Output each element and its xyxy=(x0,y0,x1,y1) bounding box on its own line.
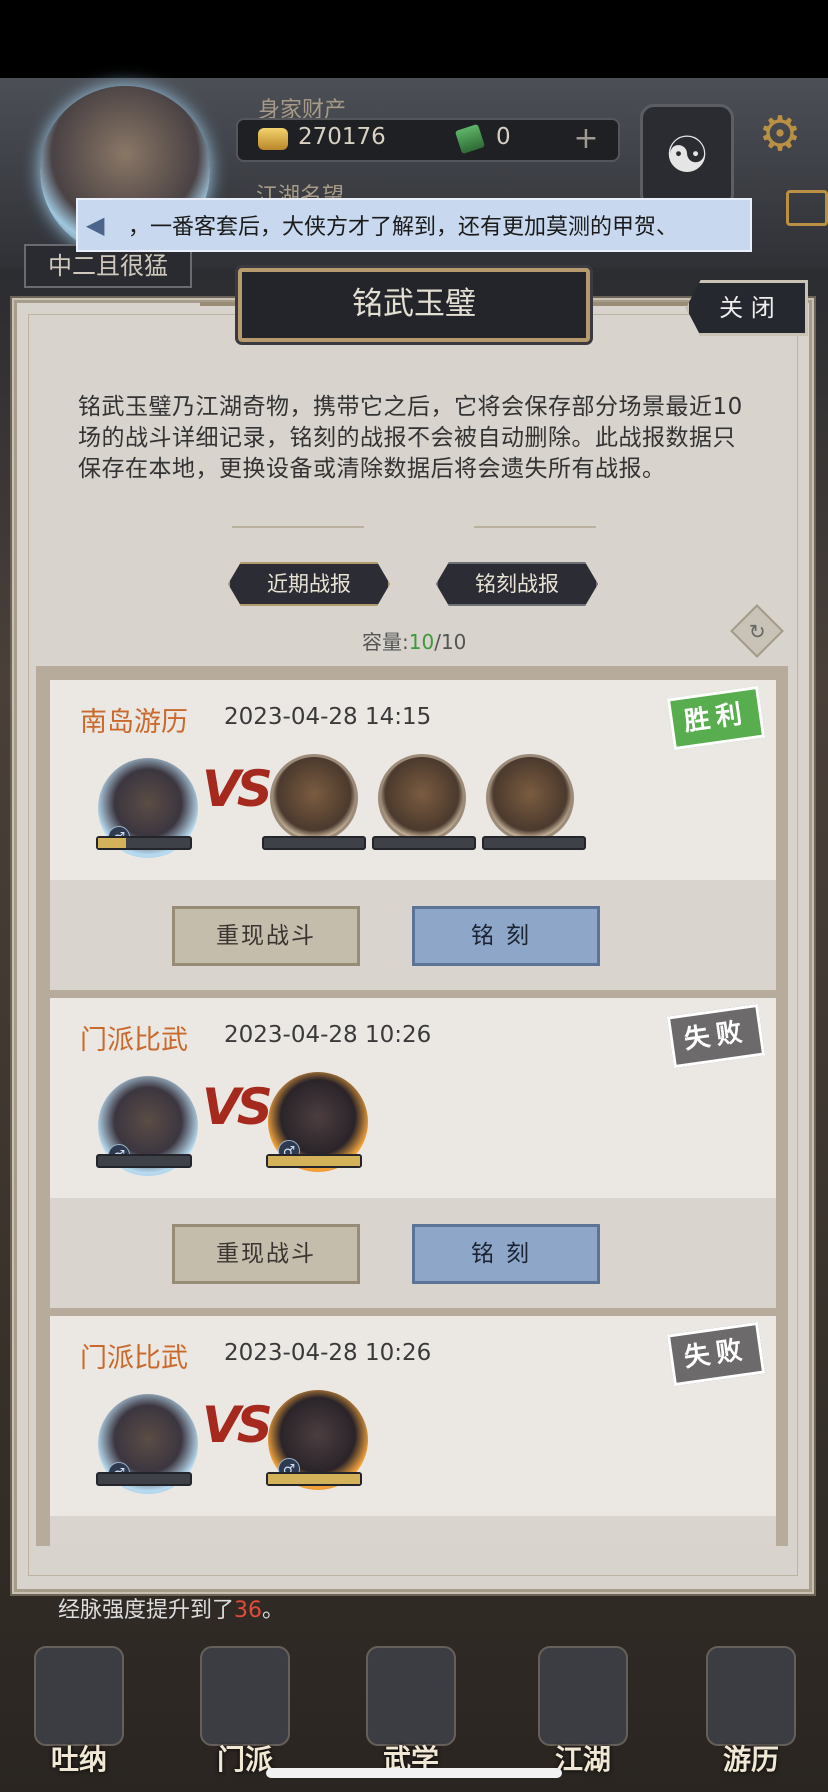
replay-battle-button[interactable]: 重现战斗 xyxy=(172,1224,360,1284)
report-list[interactable]: 南岛游历 2023-04-28 14:15 胜利 ♂ VS 重现战斗 铭刻 门派… xyxy=(36,666,788,1546)
enemy-hp-bar xyxy=(482,836,586,850)
nav-label: 游历 xyxy=(722,1743,779,1776)
report-card: 门派比武 2023-04-28 10:26 失败 ♂ VS ♂ 重现战斗 铭刻 xyxy=(50,998,776,1308)
modal-description: 铭武玉璧乃江湖奇物，携带它之后，它将会保存部分场景最近10场的战斗详细记录，铭刻… xyxy=(78,394,743,482)
sect-icon xyxy=(200,1646,290,1746)
player-hp-bar xyxy=(96,836,192,850)
report-time: 2023-04-28 14:15 xyxy=(224,704,432,730)
title-ornament-left xyxy=(200,302,240,306)
capacity-text: 容量: xyxy=(362,630,409,654)
straw-hat-icon xyxy=(538,1646,628,1746)
log-value: 36 xyxy=(234,1598,263,1623)
player-hp-fill xyxy=(98,838,126,848)
nav-item-martial-arts[interactable]: 武学 xyxy=(356,1646,466,1776)
capacity-total: /10 xyxy=(434,630,467,654)
plus-icon[interactable]: + xyxy=(570,124,602,156)
scroll-book-icon xyxy=(366,1646,456,1746)
enemy-hero-portrait[interactable] xyxy=(270,754,358,842)
marquee-text: ，一番客套后，大侠方才了解到，还有更加莫测的甲贺、 xyxy=(128,215,679,240)
capacity-label: 容量:10/10 xyxy=(362,626,466,655)
capacity-used: 10 xyxy=(408,630,435,654)
wealth-box xyxy=(236,118,620,162)
enemy-hp-fill xyxy=(268,1474,360,1484)
enemy-hp-bar xyxy=(266,1154,362,1168)
enemy-hp-fill xyxy=(268,1156,360,1166)
gear-icon[interactable]: ⚙ xyxy=(752,106,808,162)
divider-ornament-left xyxy=(232,526,364,528)
modal-title: 铭武玉璧 xyxy=(238,268,590,342)
vs-icon: VS xyxy=(202,1396,273,1454)
horse-icon xyxy=(706,1646,796,1746)
player-hp-bar xyxy=(96,1154,192,1168)
engrave-button[interactable]: 铭刻 xyxy=(412,1224,600,1284)
log-prefix: 经脉强度提升到了 xyxy=(58,1598,235,1623)
player-hp-bar xyxy=(96,1472,192,1486)
home-indicator[interactable] xyxy=(266,1768,562,1778)
enemy-hero-portrait[interactable] xyxy=(378,754,466,842)
report-mode: 门派比武 xyxy=(80,1343,188,1374)
tab-engraved-reports[interactable]: 铭刻战报 xyxy=(436,562,598,606)
log-suffix: 。 xyxy=(262,1598,285,1623)
enemy-hp-bar xyxy=(262,836,366,850)
enemy-hp-bar xyxy=(372,836,476,850)
divider-ornament-right xyxy=(474,526,596,528)
event-log-line: 经脉强度提升到了36。 xyxy=(58,1592,284,1624)
report-time: 2023-04-28 10:26 xyxy=(224,1340,432,1366)
report-card: 南岛游历 2023-04-28 14:15 胜利 ♂ VS 重现战斗 铭刻 xyxy=(50,680,776,990)
close-button[interactable]: 关 闭 xyxy=(686,280,808,336)
nav-label: 吐纳 xyxy=(50,1743,107,1776)
replay-battle-button[interactable]: 重现战斗 xyxy=(172,906,360,966)
breathe-icon xyxy=(34,1646,124,1746)
gold-value: 270176 xyxy=(298,124,386,150)
report-mode: 门派比武 xyxy=(80,1025,188,1056)
tab-recent-reports[interactable]: 近期战报 xyxy=(228,562,390,606)
enemy-hero-portrait[interactable] xyxy=(486,754,574,842)
vs-icon: VS xyxy=(202,1078,273,1136)
report-card: 门派比武 2023-04-28 10:26 失败 ♂ VS ♂ xyxy=(50,1316,776,1546)
report-time: 2023-04-28 10:26 xyxy=(224,1022,432,1048)
title-ornament-right xyxy=(588,302,688,306)
nav-item-sect[interactable]: 门派 xyxy=(190,1646,300,1776)
gold-ingot-icon xyxy=(258,128,288,150)
taiji-icon[interactable]: ☯ xyxy=(640,104,734,208)
announcement-marquee: ◀ ，一番客套后，大侠方才了解到，还有更加莫测的甲贺、 xyxy=(76,198,752,252)
report-mode: 南岛游历 xyxy=(80,707,188,738)
nav-item-jianghu[interactable]: 江湖 xyxy=(528,1646,638,1776)
nav-item-travel[interactable]: 游历 xyxy=(696,1646,806,1776)
vs-icon: VS xyxy=(202,760,273,818)
nav-item-breathe[interactable]: 吐纳 xyxy=(24,1646,134,1776)
jade-value: 0 xyxy=(496,124,511,150)
engrave-button[interactable]: 铭刻 xyxy=(412,906,600,966)
speaker-icon: ◀ xyxy=(86,211,105,239)
enemy-hp-bar xyxy=(266,1472,362,1486)
mail-icon[interactable] xyxy=(786,190,828,226)
